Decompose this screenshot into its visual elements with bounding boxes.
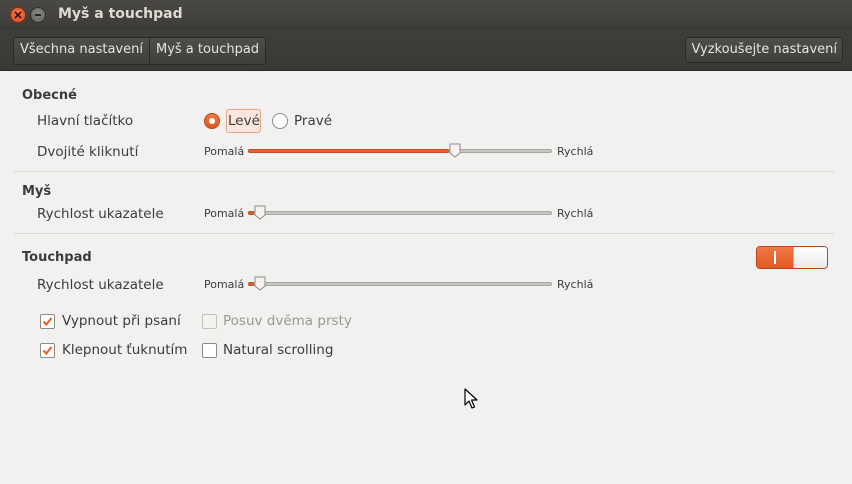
settings-panel: Obecné Hlavní tlačítko Levé Pravé Dvojit… — [0, 71, 852, 484]
primary-button-right-label[interactable]: Pravé — [294, 113, 332, 129]
double-click-label: Dvojité kliknutí — [37, 144, 139, 160]
title-bar: Myš a touchpad — [0, 0, 852, 30]
primary-button-label: Hlavní tlačítko — [37, 113, 134, 129]
mouse-pointer-speed-slider[interactable] — [248, 205, 552, 220]
switch-on-indicator — [757, 247, 793, 268]
natural-scrolling-label[interactable]: Natural scrolling — [223, 342, 333, 358]
mouse-speed-max-label: Rychlá — [557, 207, 594, 220]
window-title: Myš a touchpad — [58, 6, 183, 22]
disable-while-typing-checkbox[interactable] — [40, 314, 55, 329]
primary-button-right-radio[interactable] — [272, 113, 288, 129]
breadcrumb: Všechna nastavení Myš a touchpad — [13, 37, 267, 65]
natural-scrolling-checkbox[interactable] — [202, 343, 217, 358]
touchpad-pointer-speed-slider[interactable] — [248, 276, 552, 291]
switch-knob — [793, 247, 827, 268]
slider-thumb-icon[interactable] — [449, 143, 461, 158]
slider-thumb-icon[interactable] — [254, 276, 266, 291]
primary-button-left-label[interactable]: Levé — [228, 113, 260, 129]
checkmark-icon — [42, 317, 53, 327]
mouse-cursor-icon — [464, 388, 478, 409]
touchpad-section-title: Touchpad — [22, 250, 92, 265]
slider-track — [248, 211, 552, 215]
slider-fill — [248, 149, 449, 153]
section-divider — [14, 171, 834, 172]
window-close-button[interactable] — [10, 7, 26, 23]
touchpad-speed-min-label: Pomalá — [204, 278, 245, 291]
checkmark-icon — [42, 346, 53, 356]
close-icon — [14, 11, 22, 19]
two-finger-scroll-label: Posuv dvěma prsty — [223, 313, 352, 329]
double-click-min-label: Pomalá — [204, 145, 245, 158]
test-settings-button[interactable]: Vyzkoušejte nastavení — [685, 37, 843, 63]
double-click-max-label: Rychlá — [557, 145, 594, 158]
mouse-section-title: Myš — [22, 184, 52, 199]
mouse-pointer-speed-label: Rychlost ukazatele — [37, 206, 164, 222]
double-click-slider[interactable] — [248, 143, 552, 158]
breadcrumb-all-settings[interactable]: Všechna nastavení — [14, 38, 149, 64]
primary-button-left-radio[interactable] — [204, 113, 220, 129]
breadcrumb-mouse-touchpad[interactable]: Myš a touchpad — [148, 38, 266, 64]
touchpad-speed-max-label: Rychlá — [557, 278, 594, 291]
touchpad-enable-switch[interactable] — [756, 246, 828, 269]
minimize-icon — [35, 14, 41, 16]
touchpad-pointer-speed-label: Rychlost ukazatele — [37, 277, 164, 293]
window-minimize-button[interactable] — [30, 7, 46, 23]
general-section-title: Obecné — [22, 88, 77, 103]
toolbar: Všechna nastavení Myš a touchpad Vyzkouš… — [0, 30, 852, 71]
disable-while-typing-label[interactable]: Vypnout při psaní — [62, 313, 181, 329]
mouse-speed-min-label: Pomalá — [204, 207, 245, 220]
slider-thumb-icon[interactable] — [254, 205, 266, 220]
two-finger-scroll-checkbox — [202, 314, 217, 329]
tap-to-click-label[interactable]: Klepnout ťuknutím — [62, 342, 187, 358]
tap-to-click-checkbox[interactable] — [40, 343, 55, 358]
slider-track — [248, 282, 552, 286]
section-divider — [14, 233, 834, 234]
